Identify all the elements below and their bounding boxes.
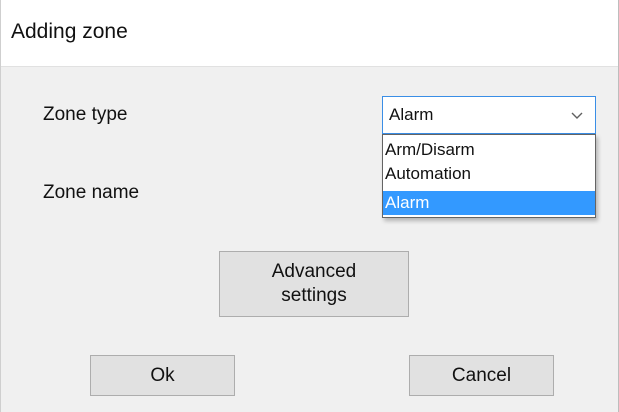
- advanced-settings-label-line2: settings: [281, 285, 347, 306]
- chevron-down-icon[interactable]: [569, 107, 585, 123]
- window-title: Adding zone: [11, 20, 128, 43]
- zone-type-dropdown-list: Arm/Disarm Automation Alarm: [382, 134, 596, 218]
- ok-button[interactable]: Ok: [90, 355, 235, 396]
- advanced-settings-label-line1: Advanced: [271, 261, 357, 282]
- dropdown-option-automation[interactable]: Automation: [383, 162, 595, 186]
- dropdown-option-arm-disarm[interactable]: Arm/Disarm: [383, 138, 595, 162]
- zone-type-label: Zone type: [43, 104, 128, 125]
- dropdown-option-alarm[interactable]: Alarm: [383, 191, 595, 215]
- title-bar[interactable]: Adding zone: [1, 0, 618, 67]
- zone-type-select[interactable]: Alarm: [382, 96, 596, 134]
- zone-name-label: Zone name: [43, 182, 140, 203]
- adding-zone-dialog: Adding zone Zone type Zone name Alarm Ar…: [0, 0, 619, 412]
- advanced-settings-button[interactable]: Advanced settings: [219, 251, 409, 317]
- zone-type-select-value: Alarm: [389, 105, 434, 124]
- cancel-button[interactable]: Cancel: [409, 355, 554, 396]
